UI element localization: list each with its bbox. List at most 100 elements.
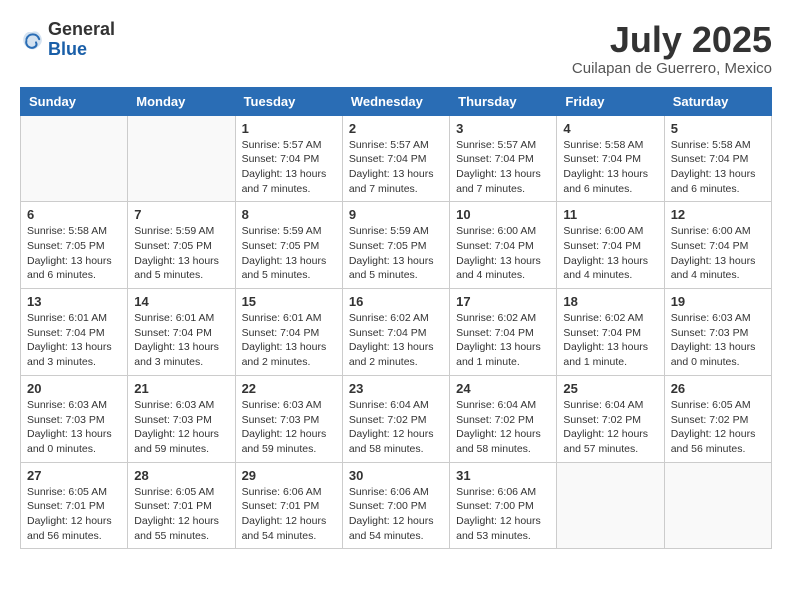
day-number: 31	[456, 468, 550, 483]
day-detail: Sunrise: 6:02 AM Sunset: 7:04 PM Dayligh…	[456, 311, 550, 370]
day-detail: Sunrise: 6:00 AM Sunset: 7:04 PM Dayligh…	[671, 224, 765, 283]
table-row: 11Sunrise: 6:00 AM Sunset: 7:04 PM Dayli…	[557, 202, 664, 289]
day-number: 27	[27, 468, 121, 483]
header-thursday: Thursday	[450, 87, 557, 115]
day-detail: Sunrise: 6:05 AM Sunset: 7:01 PM Dayligh…	[134, 485, 228, 544]
table-row: 28 Sunrise: 6:05 AM Sunset: 7:01 PM Dayli…	[128, 462, 235, 549]
day-number: 1	[242, 121, 336, 136]
table-row: 19 Sunrise: 6:03 AM Sunset: 7:03 PM Dayli…	[664, 289, 771, 376]
table-row: 22Sunrise: 6:03 AM Sunset: 7:03 PM Dayli…	[235, 375, 342, 462]
header-friday: Friday	[557, 87, 664, 115]
day-number: 17	[456, 294, 550, 309]
table-row: 24 Sunrise: 6:04 AM Sunset: 7:02 PM Dayli…	[450, 375, 557, 462]
table-row: 18 Sunrise: 6:02 AM Sunset: 7:04 PM Dayli…	[557, 289, 664, 376]
day-number: 28	[134, 468, 228, 483]
table-row: 4 Sunrise: 5:58 AM Sunset: 7:04 PM Daylig…	[557, 115, 664, 202]
day-detail: Sunrise: 5:58 AM Sunset: 7:05 PM Dayligh…	[27, 224, 121, 283]
table-row: 20 Sunrise: 6:03 AM Sunset: 7:03 PM Dayli…	[21, 375, 128, 462]
table-row: 1 Sunrise: 5:57 AM Sunset: 7:04 PM Daylig…	[235, 115, 342, 202]
table-row: 30Sunrise: 6:06 AM Sunset: 7:00 PM Dayli…	[342, 462, 449, 549]
day-detail: Sunrise: 6:05 AM Sunset: 7:01 PM Dayligh…	[27, 485, 121, 544]
day-number: 18	[563, 294, 657, 309]
day-number: 9	[349, 207, 443, 222]
table-row: 2 Sunrise: 5:57 AM Sunset: 7:04 PM Daylig…	[342, 115, 449, 202]
table-row: 14 Sunrise: 6:01 AM Sunset: 7:04 PM Dayli…	[128, 289, 235, 376]
day-detail: Sunrise: 6:02 AM Sunset: 7:04 PM Dayligh…	[563, 311, 657, 370]
day-detail: Sunrise: 6:03 AM Sunset: 7:03 PM Dayligh…	[27, 398, 121, 457]
day-number: 6	[27, 207, 121, 222]
table-row: 26 Sunrise: 6:05 AM Sunset: 7:02 PM Dayli…	[664, 375, 771, 462]
location-subtitle: Cuilapan de Guerrero, Mexico	[572, 60, 772, 77]
day-number: 13	[27, 294, 121, 309]
table-row: 7 Sunrise: 5:59 AM Sunset: 7:05 PM Daylig…	[128, 202, 235, 289]
day-number: 7	[134, 207, 228, 222]
table-row: 10Sunrise: 6:00 AM Sunset: 7:04 PM Dayli…	[450, 202, 557, 289]
day-number: 4	[563, 121, 657, 136]
title-area: July 2025 Cuilapan de Guerrero, Mexico	[572, 20, 772, 77]
calendar-week-row: 1 Sunrise: 5:57 AM Sunset: 7:04 PM Daylig…	[21, 115, 772, 202]
table-row: 3Sunrise: 5:57 AM Sunset: 7:04 PM Daylig…	[450, 115, 557, 202]
table-row: 5 Sunrise: 5:58 AM Sunset: 7:04 PM Daylig…	[664, 115, 771, 202]
day-detail: Sunrise: 5:59 AM Sunset: 7:05 PM Dayligh…	[134, 224, 228, 283]
day-detail: Sunrise: 6:06 AM Sunset: 7:00 PM Dayligh…	[456, 485, 550, 544]
table-row: 13 Sunrise: 6:01 AM Sunset: 7:04 PM Dayli…	[21, 289, 128, 376]
day-number: 26	[671, 381, 765, 396]
logo-text: General Blue	[48, 20, 115, 60]
table-row: 29Sunrise: 6:06 AM Sunset: 7:01 PM Dayli…	[235, 462, 342, 549]
calendar-week-row: 6 Sunrise: 5:58 AM Sunset: 7:05 PM Daylig…	[21, 202, 772, 289]
day-number: 14	[134, 294, 228, 309]
calendar-week-row: 20 Sunrise: 6:03 AM Sunset: 7:03 PM Dayli…	[21, 375, 772, 462]
table-row: 23 Sunrise: 6:04 AM Sunset: 7:02 PM Dayli…	[342, 375, 449, 462]
table-row	[664, 462, 771, 549]
day-detail: Sunrise: 6:03 AM Sunset: 7:03 PM Dayligh…	[134, 398, 228, 457]
day-detail: Sunrise: 5:57 AM Sunset: 7:04 PM Dayligh…	[456, 138, 550, 197]
day-detail: Sunrise: 6:05 AM Sunset: 7:02 PM Dayligh…	[671, 398, 765, 457]
calendar-week-row: 27 Sunrise: 6:05 AM Sunset: 7:01 PM Dayli…	[21, 462, 772, 549]
day-detail: Sunrise: 6:06 AM Sunset: 7:01 PM Dayligh…	[242, 485, 336, 544]
table-row	[128, 115, 235, 202]
day-number: 19	[671, 294, 765, 309]
logo: General Blue	[20, 20, 115, 60]
day-detail: Sunrise: 6:04 AM Sunset: 7:02 PM Dayligh…	[456, 398, 550, 457]
table-row: 21 Sunrise: 6:03 AM Sunset: 7:03 PM Dayli…	[128, 375, 235, 462]
day-number: 23	[349, 381, 443, 396]
day-detail: Sunrise: 6:03 AM Sunset: 7:03 PM Dayligh…	[671, 311, 765, 370]
day-detail: Sunrise: 6:01 AM Sunset: 7:04 PM Dayligh…	[134, 311, 228, 370]
day-detail: Sunrise: 5:58 AM Sunset: 7:04 PM Dayligh…	[671, 138, 765, 197]
day-number: 10	[456, 207, 550, 222]
table-row: 17 Sunrise: 6:02 AM Sunset: 7:04 PM Dayli…	[450, 289, 557, 376]
header-wednesday: Wednesday	[342, 87, 449, 115]
day-number: 15	[242, 294, 336, 309]
day-detail: Sunrise: 6:01 AM Sunset: 7:04 PM Dayligh…	[27, 311, 121, 370]
calendar-week-row: 13 Sunrise: 6:01 AM Sunset: 7:04 PM Dayli…	[21, 289, 772, 376]
day-number: 22	[242, 381, 336, 396]
day-number: 20	[27, 381, 121, 396]
table-row: 6 Sunrise: 5:58 AM Sunset: 7:05 PM Daylig…	[21, 202, 128, 289]
day-number: 11	[563, 207, 657, 222]
day-detail: Sunrise: 5:57 AM Sunset: 7:04 PM Dayligh…	[242, 138, 336, 197]
header-sunday: Sunday	[21, 87, 128, 115]
day-detail: Sunrise: 6:04 AM Sunset: 7:02 PM Dayligh…	[563, 398, 657, 457]
day-detail: Sunrise: 5:58 AM Sunset: 7:04 PM Dayligh…	[563, 138, 657, 197]
calendar-header-row: Sunday Monday Tuesday Wednesday Thursday…	[21, 87, 772, 115]
table-row	[557, 462, 664, 549]
header-monday: Monday	[128, 87, 235, 115]
day-number: 2	[349, 121, 443, 136]
day-detail: Sunrise: 5:59 AM Sunset: 7:05 PM Dayligh…	[349, 224, 443, 283]
table-row: 27 Sunrise: 6:05 AM Sunset: 7:01 PM Dayli…	[21, 462, 128, 549]
day-detail: Sunrise: 5:57 AM Sunset: 7:04 PM Dayligh…	[349, 138, 443, 197]
day-number: 21	[134, 381, 228, 396]
day-number: 24	[456, 381, 550, 396]
table-row	[21, 115, 128, 202]
day-detail: Sunrise: 5:59 AM Sunset: 7:05 PM Dayligh…	[242, 224, 336, 283]
day-detail: Sunrise: 6:04 AM Sunset: 7:02 PM Dayligh…	[349, 398, 443, 457]
table-row: 9 Sunrise: 5:59 AM Sunset: 7:05 PM Daylig…	[342, 202, 449, 289]
logo-icon	[20, 28, 44, 52]
day-number: 5	[671, 121, 765, 136]
table-row: 8Sunrise: 5:59 AM Sunset: 7:05 PM Daylig…	[235, 202, 342, 289]
header-tuesday: Tuesday	[235, 87, 342, 115]
header-saturday: Saturday	[664, 87, 771, 115]
table-row: 12 Sunrise: 6:00 AM Sunset: 7:04 PM Dayli…	[664, 202, 771, 289]
day-number: 12	[671, 207, 765, 222]
day-number: 30	[349, 468, 443, 483]
